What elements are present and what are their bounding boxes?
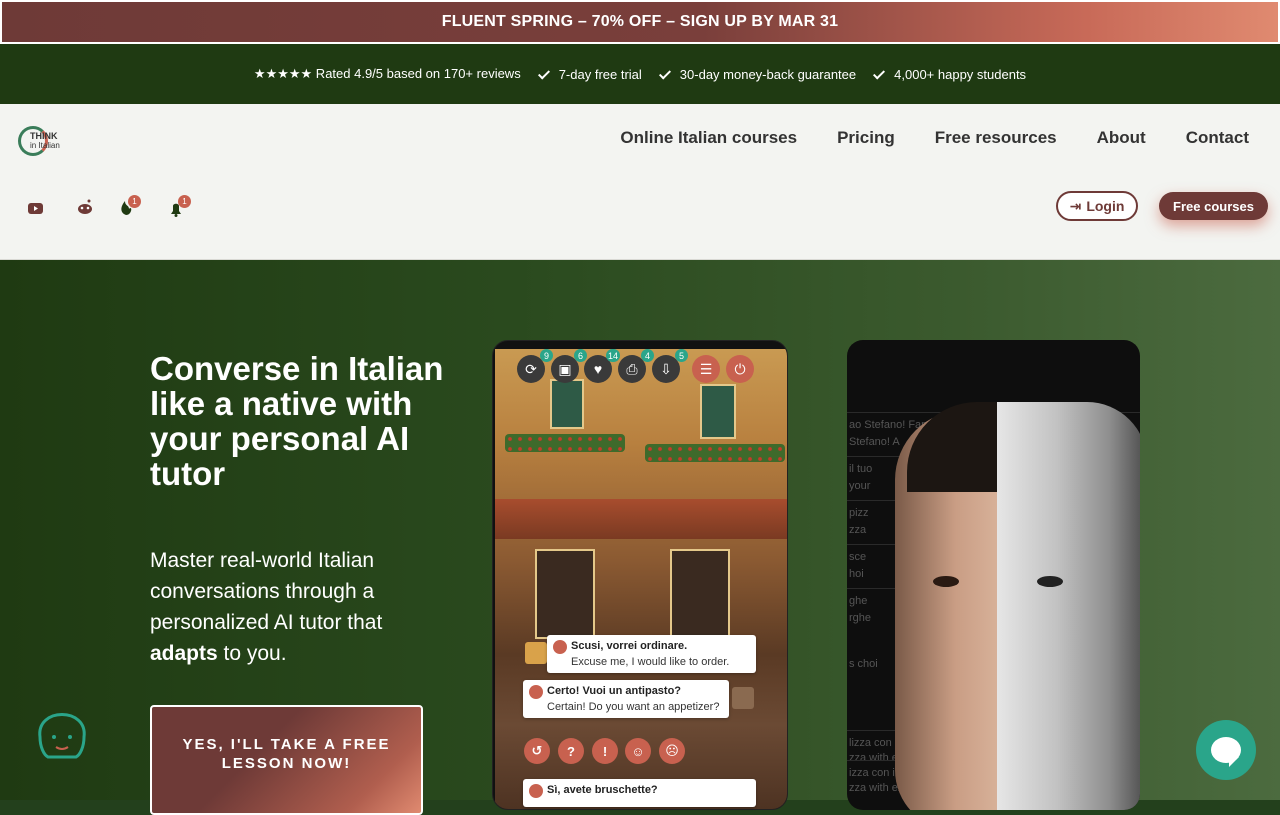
check-icon — [872, 67, 886, 81]
logo[interactable]: THINK in Italian — [18, 124, 66, 158]
ai-tutor-image: ao Stefano! Fam Stefano! A il tuo your p… — [847, 340, 1140, 810]
login-icon: ⇥ — [1069, 197, 1082, 214]
waiter-avatar — [732, 687, 754, 709]
settings-icon: ☰ — [699, 360, 713, 377]
hero-subtitle: Master real-world Italian conversations … — [150, 549, 383, 665]
reaction-button[interactable]: ↺ — [524, 738, 550, 764]
main-menu: Online Italian courses Pricing Free reso… — [620, 128, 1249, 148]
settings-button[interactable]: ☰ — [692, 355, 720, 383]
nav-free-resources[interactable]: Free resources — [935, 128, 1057, 148]
chat-launcher-button[interactable] — [1196, 720, 1256, 780]
nav-contact[interactable]: Contact — [1186, 128, 1249, 148]
nav-about[interactable]: About — [1097, 128, 1146, 148]
notification-badge: 1 — [128, 195, 141, 208]
check-icon — [658, 67, 672, 81]
cat-avatar — [525, 642, 547, 664]
download-icon: ⇩ — [660, 360, 672, 377]
chat-bubble-icon — [1211, 737, 1241, 767]
nav-pricing[interactable]: Pricing — [837, 128, 895, 148]
promo-banner[interactable]: FLUENT SPRING – 70% OFF – SIGN UP BY MAR… — [0, 0, 1280, 44]
promo-text: FLUENT SPRING – 70% OFF – SIGN UP BY MAR… — [441, 13, 839, 30]
trust-item: 30-day money-back guarantee — [658, 67, 856, 82]
nav-online-courses[interactable]: Online Italian courses — [620, 128, 797, 148]
heartbeat-button[interactable]: ♥ 14 — [584, 349, 620, 383]
trust-item: 4,000+ happy students — [872, 67, 1026, 82]
free-courses-button[interactable]: Free courses — [1159, 192, 1268, 220]
social-icons — [28, 199, 181, 217]
tutor-avatar-widget[interactable] — [32, 697, 92, 765]
power-button[interactable]: ⏻ — [726, 355, 754, 383]
heartbeat-icon: ♥ — [593, 361, 603, 377]
image-icon: ▣ — [558, 360, 572, 377]
print-button[interactable]: ⎙ 4 — [618, 349, 654, 383]
print-icon: ⎙ — [626, 360, 638, 377]
replay-icon[interactable] — [529, 784, 543, 798]
trust-item: 7-day free trial — [537, 67, 642, 82]
reaction-button[interactable]: ☹ — [659, 738, 685, 764]
repeat-button[interactable]: ⟳ 9 — [517, 349, 553, 383]
power-icon: ⏻ — [734, 360, 746, 377]
reaction-button[interactable]: ! — [592, 738, 618, 764]
check-icon — [537, 67, 551, 81]
hero-title: Converse in Italian like a native with y… — [150, 350, 444, 492]
chat-message: Scusi, vorrei ordinare. Excuse me, I wou… — [547, 635, 756, 673]
chat-message: Sì, avete bruschette? — [523, 779, 756, 807]
login-button[interactable]: ⇥ Login — [1056, 191, 1138, 221]
download-button[interactable]: ⇩ 5 — [652, 349, 688, 383]
play-icon[interactable] — [553, 640, 567, 654]
free-lesson-cta-button[interactable]: YES, I'LL TAKE A FREE LESSON NOW! — [150, 705, 423, 815]
youtube-icon[interactable] — [28, 203, 43, 214]
trust-bar: ★★★★★ Rated 4.9/5 based on 170+ reviews … — [0, 44, 1280, 104]
repeat-icon: ⟳ — [525, 360, 537, 377]
pause-icon[interactable] — [529, 685, 543, 699]
chat-message: Certo! Vuoi un antipasto? Certain! Do yo… — [523, 680, 729, 718]
reaction-button[interactable]: ☺ — [625, 738, 651, 764]
image-button[interactable]: ▣ 6 — [551, 349, 587, 383]
reddit-icon[interactable] — [78, 199, 92, 215]
notification-badge: 1 — [178, 195, 191, 208]
rating-text: ★★★★★ Rated 4.9/5 based on 170+ reviews — [253, 66, 521, 81]
tutor-face-icon — [38, 713, 86, 759]
reaction-button[interactable]: ? — [558, 738, 584, 764]
